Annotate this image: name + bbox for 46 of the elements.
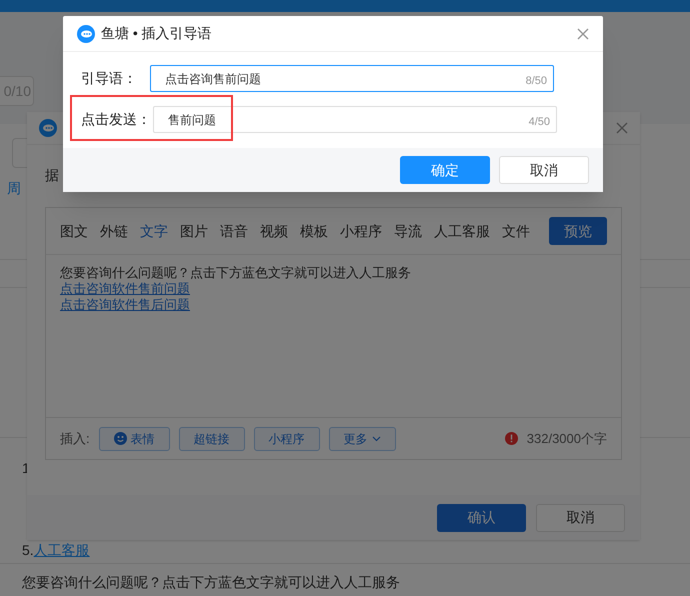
confirm-button[interactable]: 确认	[437, 504, 526, 532]
chat-bubble-logo-icon	[39, 119, 57, 137]
char-count: 332/3000个字	[526, 430, 607, 448]
cancel-button[interactable]: 取消	[536, 504, 625, 532]
link[interactable]: 周	[7, 180, 21, 196]
insert-button[interactable]: 表情	[98, 426, 170, 450]
field-label: 引导语：	[80, 69, 138, 88]
ok-button[interactable]: 确定	[400, 156, 490, 184]
smiley-icon	[114, 432, 127, 445]
text-field[interactable]: 点击咨询售前问题 8/50	[150, 65, 554, 92]
close-icon[interactable]	[616, 122, 628, 134]
warning-icon	[504, 432, 518, 445]
insert-button[interactable]: 更多	[328, 426, 396, 450]
insert-button[interactable]: 超链接	[178, 426, 245, 450]
link[interactable]: 点击咨询软件售后问题	[60, 297, 190, 313]
text-field[interactable]: 售前问题 4/50	[153, 106, 557, 133]
field-label: 点击发送：	[80, 110, 150, 129]
list-number: 5.	[22, 541, 34, 560]
insert-button[interactable]: 小程序	[254, 426, 320, 450]
caret-icon	[372, 436, 381, 442]
tab[interactable]: 导流	[394, 220, 422, 242]
close-icon[interactable]	[577, 28, 589, 40]
tab[interactable]: 模板	[300, 220, 328, 242]
message-text: 您要咨询什么问题呢？点击下方蓝色文字就可以进入人工服务	[22, 574, 400, 590]
tab[interactable]: 文字	[140, 220, 168, 242]
tab[interactable]: 视频	[260, 220, 288, 242]
cancel-button[interactable]: 取消	[499, 156, 589, 184]
field-value: 点击咨询售前问题	[165, 70, 262, 88]
field-value: 售前问题	[168, 112, 217, 128]
tab[interactable]: 文件	[502, 220, 530, 242]
char-count: 8/50	[526, 74, 547, 88]
link[interactable]: 点击咨询软件售前问题	[60, 281, 190, 297]
tab[interactable]: 小程序	[340, 220, 382, 242]
char-count: 4/50	[528, 114, 550, 130]
tab[interactable]: 人工客服	[434, 220, 490, 242]
chat-bubble-logo-icon	[77, 24, 95, 42]
link[interactable]: 人工客服	[34, 540, 90, 561]
tab[interactable]: 外链	[100, 220, 128, 242]
dialog-title: 鱼塘 • 插入引导语	[101, 24, 213, 43]
row-label: 据	[45, 167, 59, 183]
tab[interactable]: 语音	[220, 220, 248, 242]
insert-label: 插入:	[60, 430, 90, 448]
tab[interactable]: 图文	[60, 220, 88, 242]
message-text: 您要咨询什么问题呢？点击下方蓝色文字就可以进入人工服务	[60, 265, 411, 281]
tab[interactable]: 图片	[180, 220, 208, 242]
preview-button[interactable]: 预览	[549, 217, 607, 245]
